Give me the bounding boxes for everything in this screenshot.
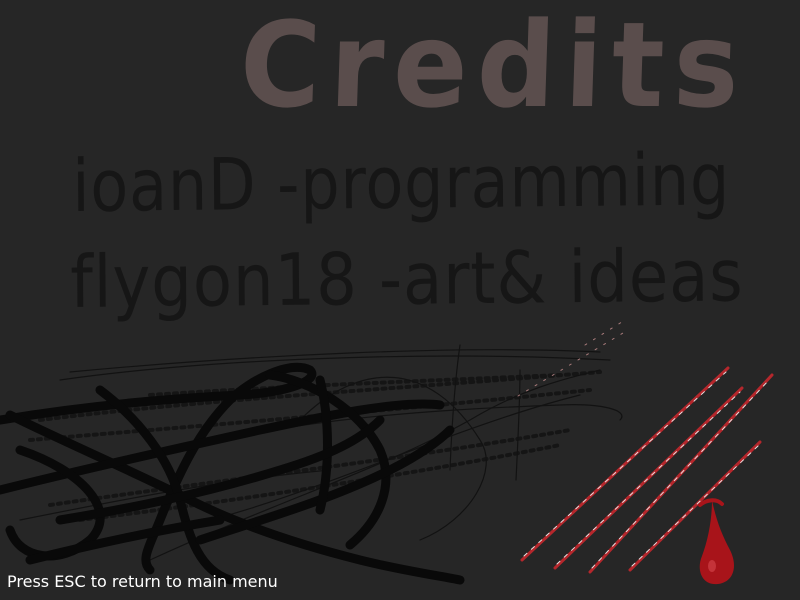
decoration-artwork [0,319,774,585]
blood-drop [698,498,734,585]
escape-hint-text: Press ESC to return to main menu [7,572,278,591]
black-scribble [0,362,465,585]
credits-screen: Credits ioanD -programming flygon18 -art… [0,0,800,600]
